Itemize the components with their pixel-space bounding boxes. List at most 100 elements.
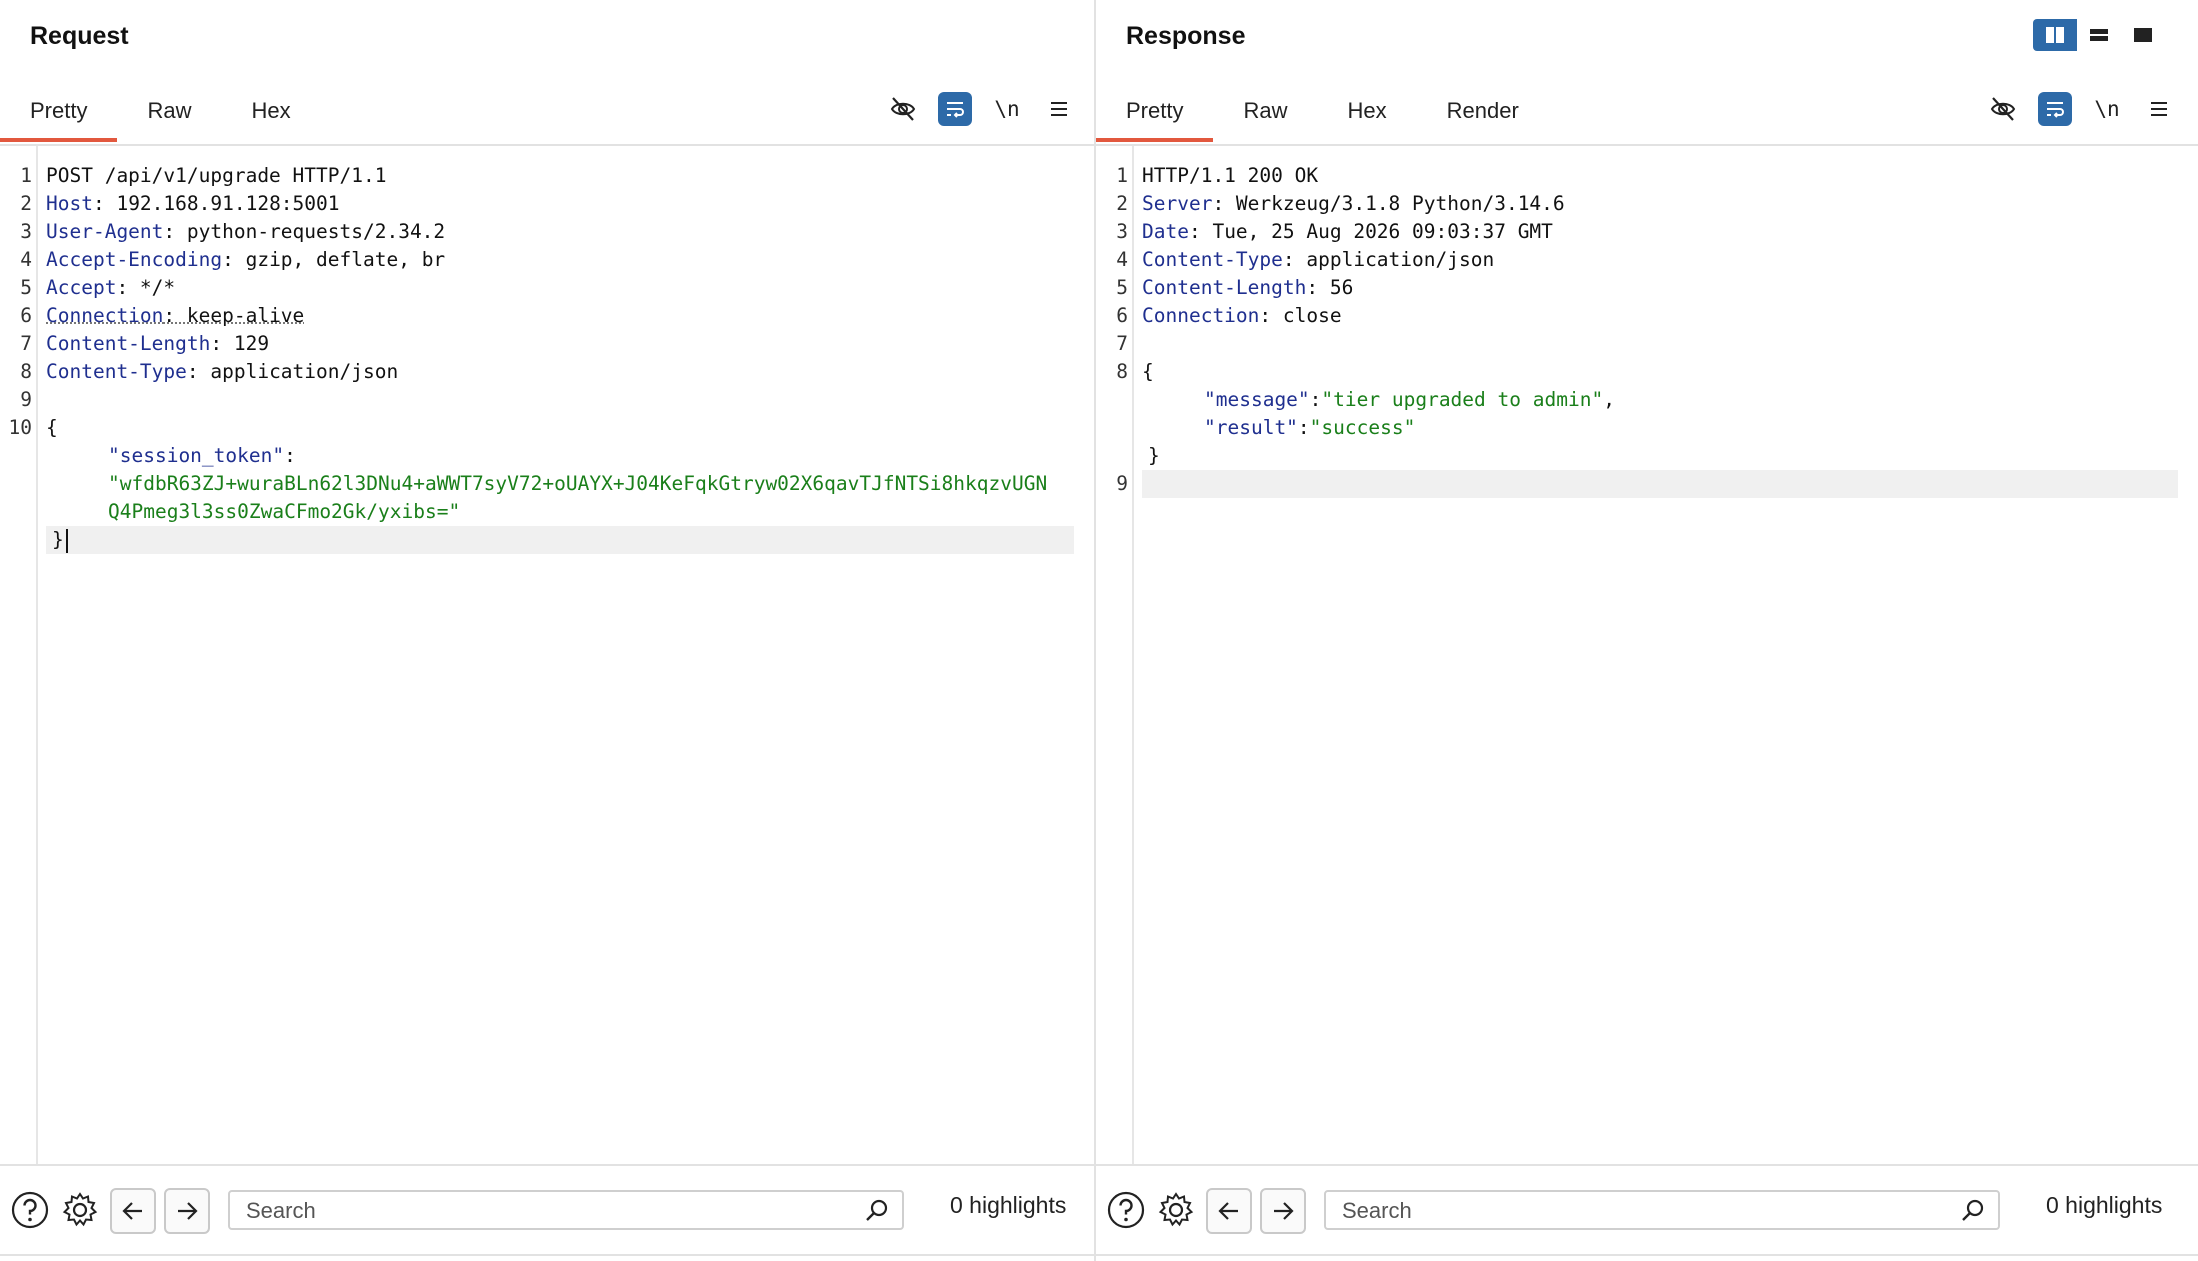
header-name: Content-Type bbox=[1142, 248, 1283, 271]
line-number-gutter: 1 2 3 4 5 6 7 8 9 10 bbox=[0, 146, 38, 1164]
gear-icon[interactable] bbox=[1154, 1188, 1198, 1232]
json-string: Q4Pmeg3l3ss0ZwaCFmo2Gk/yxibs=" bbox=[108, 500, 461, 523]
request-line: POST /api/v1/upgrade HTTP/1.1 bbox=[46, 162, 1074, 190]
search-box bbox=[1324, 1190, 2000, 1230]
header-name: Accept-Encoding bbox=[46, 248, 223, 271]
line-number: 5 bbox=[1116, 276, 1128, 299]
json-colon: : bbox=[1297, 416, 1310, 439]
search-icon[interactable] bbox=[1960, 1198, 1986, 1224]
line-number: 6 bbox=[1116, 304, 1128, 327]
highlights-count: 0 highlights bbox=[950, 1192, 1067, 1218]
highlights-count: 0 highlights bbox=[2046, 1192, 2163, 1218]
wrap-lines-icon[interactable] bbox=[2038, 92, 2072, 126]
response-code[interactable]: HTTP/1.1 200 OK Server: Werkzeug/3.1.8 P… bbox=[1142, 146, 2178, 1164]
eye-slash-icon[interactable] bbox=[886, 92, 920, 126]
search-input[interactable] bbox=[244, 1192, 848, 1230]
response-search-bar: 0 highlights bbox=[1096, 1164, 2198, 1256]
line-number: 8 bbox=[1116, 360, 1128, 383]
request-title: Request bbox=[30, 22, 129, 50]
request-code[interactable]: POST /api/v1/upgrade HTTP/1.1 Host: 192.… bbox=[46, 146, 1074, 1164]
header-value: : Tue, 25 Aug 2026 09:03:37 GMT bbox=[1188, 220, 1553, 243]
wrap-lines-icon[interactable] bbox=[938, 92, 972, 126]
search-icon[interactable] bbox=[864, 1198, 890, 1224]
single-pane-icon[interactable] bbox=[2121, 19, 2165, 51]
request-pane: Request Pretty Raw Hex \n 1 2 3 4 5 6 7 … bbox=[0, 0, 1094, 1261]
response-tabs: Pretty Raw Hex Render bbox=[1096, 86, 1549, 144]
json-key: "session_token" bbox=[108, 444, 285, 467]
bottom-border bbox=[0, 1254, 2198, 1256]
request-tabs: Pretty Raw Hex bbox=[0, 86, 321, 144]
json-key: "result" bbox=[1204, 416, 1298, 439]
header-value: : Werkzeug/3.1.8 Python/3.14.6 bbox=[1212, 192, 1565, 215]
gear-icon[interactable] bbox=[58, 1188, 102, 1232]
text-caret bbox=[65, 528, 68, 553]
help-icon[interactable] bbox=[8, 1188, 52, 1232]
request-line: Accept: */* bbox=[46, 274, 1074, 302]
response-line-current bbox=[1142, 470, 2178, 498]
header-value: : keep-alive bbox=[163, 304, 305, 327]
search-box bbox=[228, 1190, 904, 1230]
status-line: HTTP/1.1 200 OK bbox=[1142, 162, 2178, 190]
header-value: : 56 bbox=[1306, 276, 1354, 299]
header-name: Connection bbox=[46, 304, 164, 327]
hamburger-menu-icon[interactable] bbox=[1042, 92, 1076, 126]
line-number: 2 bbox=[20, 192, 32, 215]
request-line: Connection: keep-alive bbox=[46, 302, 1074, 330]
line-number: 9 bbox=[20, 388, 32, 411]
newline-toggle[interactable]: \n bbox=[990, 92, 1024, 126]
hamburger-menu-icon[interactable] bbox=[2142, 92, 2176, 126]
line-number: 5 bbox=[20, 276, 32, 299]
response-line: "result":"success" bbox=[1142, 414, 2178, 442]
header-value: : application/json bbox=[186, 360, 399, 383]
header-name: Content-Length bbox=[46, 332, 211, 355]
previous-arrow-icon[interactable] bbox=[110, 1188, 156, 1234]
tab-render[interactable]: Render bbox=[1417, 86, 1549, 142]
header-value: : */* bbox=[116, 276, 176, 299]
tab-raw[interactable]: Raw bbox=[1213, 86, 1317, 142]
header-value: : close bbox=[1259, 304, 1342, 327]
tab-pretty[interactable]: Pretty bbox=[1096, 86, 1214, 142]
tab-pretty[interactable]: Pretty bbox=[0, 86, 118, 142]
request-line: "session_token": bbox=[46, 442, 1074, 470]
help-icon[interactable] bbox=[1104, 1188, 1148, 1232]
line-number: 9 bbox=[1116, 472, 1128, 495]
json-string: "success" bbox=[1309, 416, 1416, 439]
header-name: User-Agent bbox=[46, 220, 164, 243]
response-line: Content-Length: 56 bbox=[1142, 274, 2178, 302]
line-number: 1 bbox=[1116, 164, 1128, 187]
eye-slash-icon[interactable] bbox=[1986, 92, 2020, 126]
next-arrow-icon[interactable] bbox=[164, 1188, 210, 1234]
response-line: Connection: close bbox=[1142, 302, 2178, 330]
json-colon: : bbox=[1309, 388, 1322, 411]
newline-toggle[interactable]: \n bbox=[2090, 92, 2124, 126]
request-line: Content-Type: application/json bbox=[46, 358, 1074, 386]
request-line-current: } bbox=[46, 526, 1074, 554]
response-line: "message":"tier upgraded to admin", bbox=[1142, 386, 2178, 414]
tab-hex[interactable]: Hex bbox=[221, 86, 320, 142]
search-input[interactable] bbox=[1340, 1192, 1944, 1230]
response-line: Server: Werkzeug/3.1.8 Python/3.14.6 bbox=[1142, 190, 2178, 218]
header-value: : 192.168.91.128:5001 bbox=[92, 192, 340, 215]
layout-view-toggle bbox=[2033, 19, 2165, 51]
json-colon: : bbox=[284, 444, 296, 467]
request-line: Q4Pmeg3l3ss0ZwaCFmo2Gk/yxibs=" bbox=[46, 498, 1074, 526]
response-line: Date: Tue, 25 Aug 2026 09:03:37 GMT bbox=[1142, 218, 2178, 246]
tab-raw[interactable]: Raw bbox=[117, 86, 221, 142]
request-line: Accept-Encoding: gzip, deflate, br bbox=[46, 246, 1074, 274]
next-arrow-icon[interactable] bbox=[1260, 1188, 1306, 1234]
tab-hex[interactable]: Hex bbox=[1317, 86, 1416, 142]
header-value: : application/json bbox=[1282, 248, 1495, 271]
json-key: "message" bbox=[1204, 388, 1310, 411]
header-value: : 129 bbox=[210, 332, 270, 355]
line-number: 4 bbox=[1116, 248, 1128, 271]
stacked-icon[interactable] bbox=[2077, 19, 2121, 51]
side-by-side-icon[interactable] bbox=[2033, 19, 2077, 51]
header-name: Connection bbox=[1142, 304, 1260, 327]
header-name: Date bbox=[1142, 220, 1189, 243]
request-toolbar: \n bbox=[886, 92, 1076, 126]
header-name: Content-Type bbox=[46, 360, 187, 383]
response-editor[interactable]: 1 2 3 4 5 6 7 8 9 HTTP/1.1 200 OK Server… bbox=[1096, 146, 2198, 1164]
json-comma: , bbox=[1603, 388, 1615, 411]
previous-arrow-icon[interactable] bbox=[1206, 1188, 1252, 1234]
request-editor[interactable]: 1 2 3 4 5 6 7 8 9 10 POST /api/v1/upgrad… bbox=[0, 146, 1094, 1164]
